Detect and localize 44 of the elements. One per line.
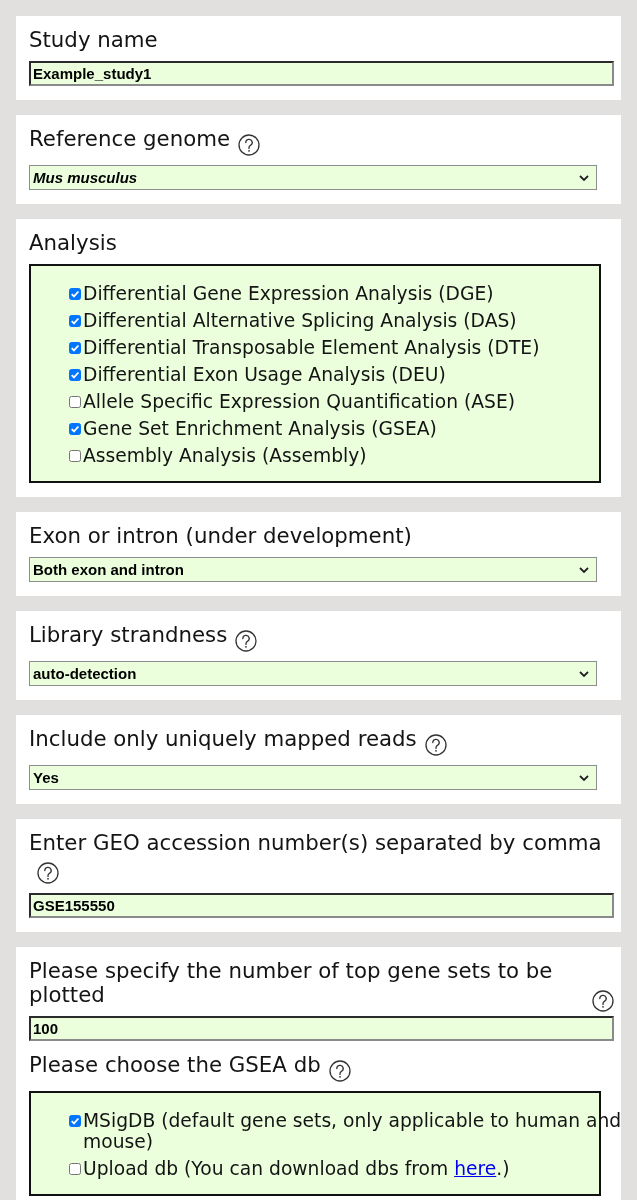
field-label: Please specify the number of top gene sets to be plotted: [29, 959, 554, 1007]
chevron-down-icon: [579, 566, 589, 573]
checkbox[interactable]: [69, 1115, 81, 1127]
field-label: Study name: [29, 28, 158, 52]
chevron-down-icon: [579, 670, 589, 677]
field-label: Please choose the GSEA db: [29, 1053, 321, 1077]
option-label: Differential Alternative Splicing Analysis (DAS): [83, 310, 517, 331]
text-input[interactable]: GSE155550: [29, 893, 614, 918]
help-icon[interactable]: [238, 134, 260, 156]
chevron-down-icon: [579, 174, 589, 181]
field-label: Enter GEO accession number(s) separated by comma: [29, 831, 602, 855]
dropdown[interactable]: Mus musculus: [29, 165, 597, 190]
checkbox[interactable]: [69, 342, 81, 354]
field-label: Exon or intron (under development): [29, 524, 412, 548]
dropdown[interactable]: auto-detection: [29, 661, 597, 686]
option-label: Gene Set Enrichment Analysis (GSEA): [83, 418, 437, 439]
checkbox[interactable]: [69, 423, 81, 435]
field-label: Analysis: [29, 231, 117, 255]
option-label: Allele Specific Expression Quantification (ASE): [83, 391, 515, 412]
field-label: Library strandness: [29, 623, 228, 647]
option-label: Upload db (You can download dbs from here.): [83, 1158, 510, 1179]
help-icon[interactable]: [235, 630, 258, 652]
text-input[interactable]: Example_study1: [29, 61, 614, 86]
option-label: Differential Transposable Element Analysis (DTE): [83, 337, 540, 358]
help-icon[interactable]: [37, 862, 59, 884]
checkbox[interactable]: [69, 396, 81, 408]
dropdown[interactable]: Yes: [29, 765, 597, 790]
help-icon[interactable]: [424, 734, 447, 756]
checkbox[interactable]: [69, 288, 81, 300]
option-label: Differential Exon Usage Analysis (DEU): [83, 364, 446, 385]
checkbox[interactable]: [69, 1163, 81, 1175]
option-label: Assembly Analysis (Assembly): [83, 445, 367, 466]
text-input[interactable]: 100: [29, 1016, 614, 1041]
chevron-down-icon: [579, 774, 589, 781]
checkbox[interactable]: [69, 369, 81, 381]
help-icon[interactable]: [592, 990, 614, 1012]
field-label: Include only uniquely mapped reads: [29, 727, 417, 751]
download-link[interactable]: here: [454, 1158, 497, 1179]
dropdown[interactable]: Both exon and intron: [29, 557, 597, 582]
help-icon[interactable]: [328, 1060, 351, 1082]
option-label: Differential Gene Expression Analysis (DGE): [83, 283, 494, 304]
checkbox[interactable]: [69, 450, 81, 462]
checkbox[interactable]: [69, 315, 81, 327]
field-label: Reference genome: [29, 127, 230, 151]
